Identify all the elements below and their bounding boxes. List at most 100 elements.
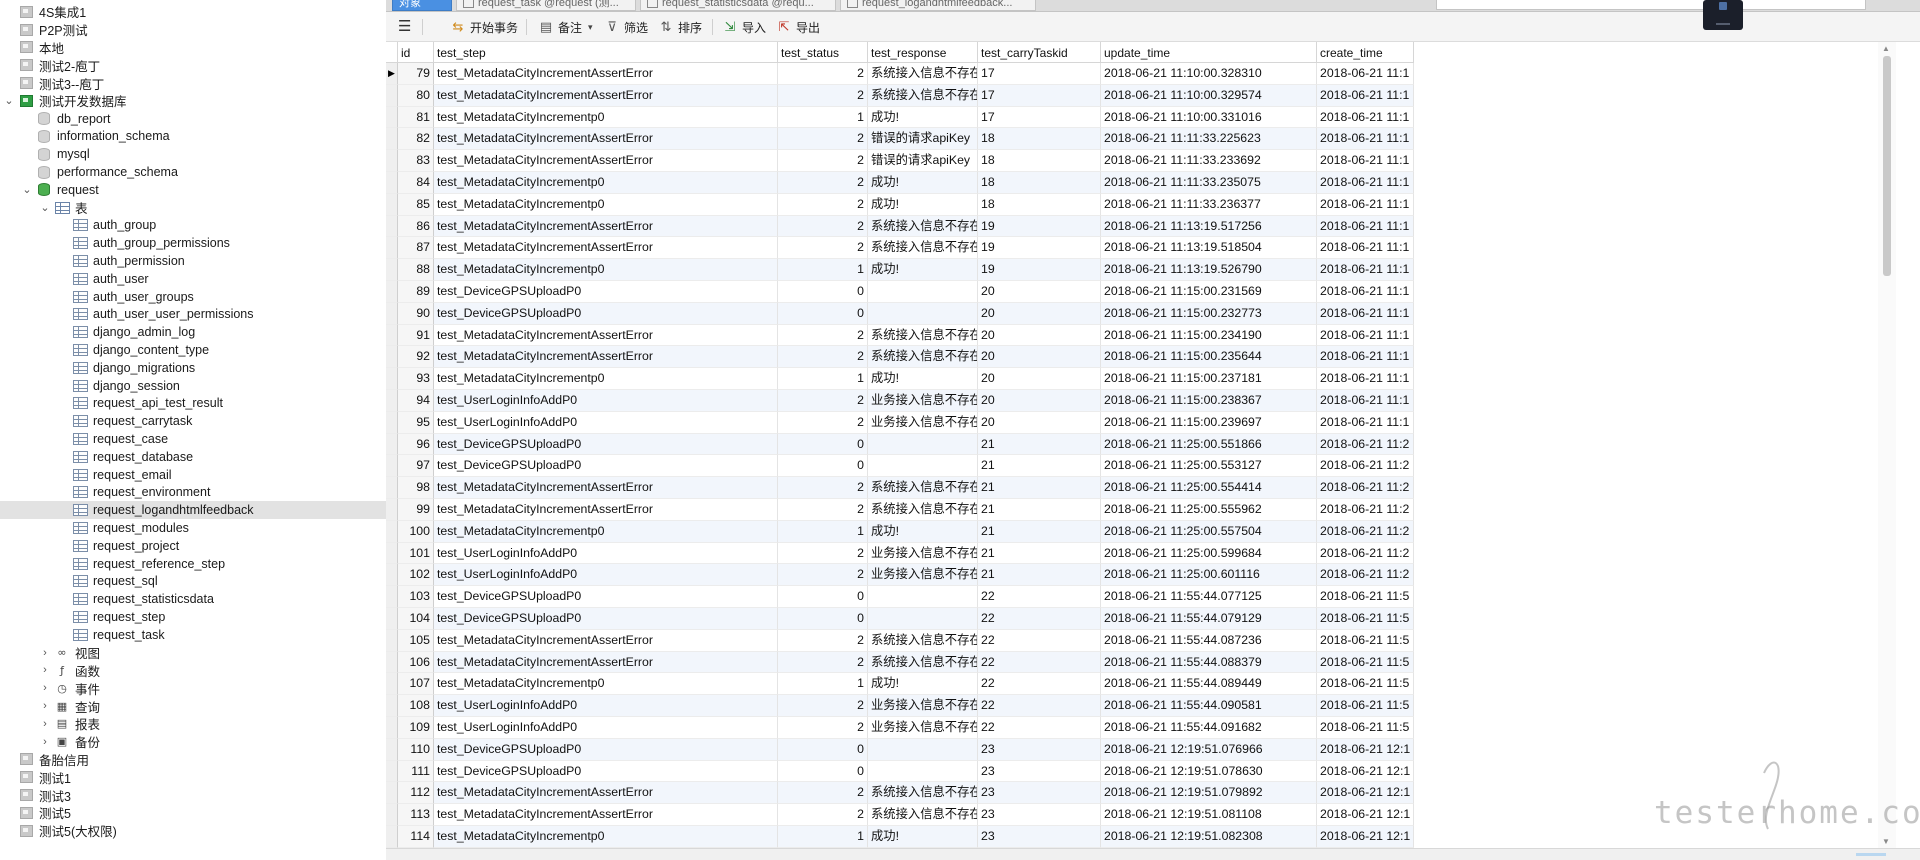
cell-test-carrytaskid[interactable]: 22 (978, 673, 1101, 696)
cell-test-status[interactable]: 2 (778, 695, 868, 717)
cell-test-response[interactable]: 系统接入信息不存在 (868, 804, 978, 826)
cell-test-step[interactable]: test_MetadataCityIncrementAssertError (434, 84, 778, 107)
cell-test-response[interactable]: 成功! (868, 259, 978, 281)
cell-test-step[interactable]: test_MetadataCityIncrementAssertError (434, 346, 778, 369)
tree-item[interactable]: request_reference_step (0, 555, 386, 573)
cell-test-response[interactable]: 系统接入信息不存在 (868, 346, 978, 369)
cell-test-status[interactable]: 2 (778, 346, 868, 369)
cell-update-time[interactable]: 2018-06-21 11:55:44.091682 (1101, 717, 1317, 739)
cell-test-response[interactable]: 成功! (868, 673, 978, 696)
cell-id[interactable]: 103 (398, 586, 434, 608)
cell-test-response[interactable]: 业务接入信息不存在 (868, 717, 978, 739)
row-indicator[interactable] (386, 368, 398, 390)
row-indicator[interactable] (386, 128, 398, 151)
tree-item[interactable]: request_database (0, 448, 386, 466)
table-row[interactable]: 99 test_MetadataCityIncrementAssertError 2… (386, 499, 1414, 521)
tab-request-logandhtmlfeedback[interactable]: request_logandhtmlfeedback... (840, 0, 1036, 11)
cell-test-carrytaskid[interactable]: 21 (978, 477, 1101, 499)
cell-test-step[interactable]: test_MetadataCityIncrementAssertError (434, 782, 778, 805)
cell-test-response[interactable]: 系统接入信息不存在 (868, 84, 978, 107)
cell-test-status[interactable]: 0 (778, 281, 868, 303)
tree-item[interactable]: django_session (0, 377, 386, 395)
tree-item[interactable]: django_migrations (0, 359, 386, 377)
cell-create-time[interactable]: 2018-06-21 11:1 (1317, 84, 1414, 107)
cell-test-response[interactable] (868, 433, 978, 456)
cell-id[interactable]: 99 (398, 499, 434, 521)
cell-update-time[interactable]: 2018-06-21 11:10:00.331016 (1101, 106, 1317, 129)
tree-item[interactable]: › ▣ 备份 (0, 733, 386, 751)
memo-button[interactable]: ▤ 备注 ▾ (538, 17, 593, 37)
cell-test-step[interactable]: test_MetadataCityIncrementp0 (434, 368, 778, 390)
tree-item[interactable]: › ▤ 报表 (0, 715, 386, 733)
cell-create-time[interactable]: 2018-06-21 11:2 (1317, 542, 1414, 565)
scroll-up-icon[interactable]: ▲ (1882, 44, 1890, 53)
table-row[interactable]: 81 test_MetadataCityIncrementp0 1 成功! 17 2018… (386, 106, 1414, 129)
cell-update-time[interactable]: 2018-06-21 11:15:00.237181 (1101, 368, 1317, 390)
tree-item[interactable]: P2P测试 (0, 21, 386, 39)
cell-test-status[interactable]: 2 (778, 717, 868, 739)
cell-test-carrytaskid[interactable]: 20 (978, 281, 1101, 303)
tree-item[interactable]: 本地 (0, 39, 386, 57)
cell-update-time[interactable]: 2018-06-21 12:19:51.081108 (1101, 804, 1317, 826)
chevron-right-icon[interactable]: › (38, 647, 52, 659)
tree-item[interactable]: request_carrytask (0, 412, 386, 430)
tree-item[interactable]: auth_permission (0, 252, 386, 270)
cell-test-status[interactable]: 1 (778, 673, 868, 696)
row-indicator[interactable] (386, 390, 398, 412)
table-row[interactable]: 83 test_MetadataCityIncrementAssertError 2… (386, 150, 1414, 172)
cell-test-step[interactable]: test_MetadataCityIncrementp0 (434, 259, 778, 281)
cell-test-status[interactable]: 2 (778, 499, 868, 521)
table-row[interactable]: 91 test_MetadataCityIncrementAssertError 2… (386, 324, 1414, 347)
cell-update-time[interactable]: 2018-06-21 11:11:33.235075 (1101, 172, 1317, 194)
tree-item[interactable]: request_logandhtmlfeedback (0, 501, 386, 520)
cell-test-carrytaskid[interactable]: 21 (978, 564, 1101, 587)
cell-create-time[interactable]: 2018-06-21 11:1 (1317, 172, 1414, 194)
row-indicator[interactable] (386, 84, 398, 107)
cell-test-response[interactable]: 成功! (868, 826, 978, 848)
cell-test-response[interactable]: 系统接入信息不存在 (868, 63, 978, 85)
cell-test-step[interactable]: test_MetadataCityIncrementAssertError (434, 629, 778, 652)
row-indicator[interactable] (386, 346, 398, 369)
cell-create-time[interactable]: 2018-06-21 11:5 (1317, 651, 1414, 674)
chevron-right-icon[interactable]: › (38, 700, 52, 712)
cell-test-step[interactable]: test_UserLoginInfoAddP0 (434, 390, 778, 412)
cell-id[interactable]: 106 (398, 651, 434, 674)
cell-id[interactable]: 110 (398, 738, 434, 761)
row-indicator[interactable] (386, 804, 398, 826)
row-indicator[interactable] (386, 455, 398, 478)
cell-test-response[interactable]: 系统接入信息不存在 (868, 499, 978, 521)
cell-create-time[interactable]: 2018-06-21 11:1 (1317, 63, 1414, 85)
tree-item[interactable]: db_report (0, 110, 386, 128)
cell-test-status[interactable]: 0 (778, 586, 868, 608)
cell-test-carrytaskid[interactable]: 20 (978, 302, 1101, 325)
tree-item[interactable]: request_email (0, 466, 386, 484)
cell-create-time[interactable]: 2018-06-21 11:1 (1317, 237, 1414, 260)
cell-update-time[interactable]: 2018-06-21 11:25:00.557504 (1101, 520, 1317, 543)
cell-test-carrytaskid[interactable]: 22 (978, 629, 1101, 652)
cell-test-step[interactable]: test_MetadataCityIncrementp0 (434, 673, 778, 696)
tree-item[interactable]: › ◷ 事件 (0, 679, 386, 697)
cell-id[interactable]: 86 (398, 215, 434, 238)
cell-create-time[interactable]: 2018-06-21 11:5 (1317, 608, 1414, 630)
cell-test-status[interactable]: 2 (778, 477, 868, 499)
cell-update-time[interactable]: 2018-06-21 11:25:00.555962 (1101, 499, 1317, 521)
cell-test-step[interactable]: test_MetadataCityIncrementp0 (434, 172, 778, 194)
cell-create-time[interactable]: 2018-06-21 12:1 (1317, 782, 1414, 805)
cell-id[interactable]: 98 (398, 477, 434, 499)
tree-item[interactable]: 测试5(大权限) (0, 822, 386, 840)
tree-item[interactable]: request_environment (0, 484, 386, 502)
cell-test-carrytaskid[interactable]: 20 (978, 411, 1101, 434)
cell-test-response[interactable]: 错误的请求apiKey (868, 150, 978, 172)
tree-item[interactable]: ⌄ 测试开发数据库 (0, 92, 386, 110)
cell-test-step[interactable]: test_MetadataCityIncrementp0 (434, 520, 778, 543)
cell-test-carrytaskid[interactable]: 22 (978, 651, 1101, 674)
cell-create-time[interactable]: 2018-06-21 11:2 (1317, 520, 1414, 543)
cell-test-response[interactable]: 成功! (868, 106, 978, 129)
cell-test-carrytaskid[interactable]: 17 (978, 106, 1101, 129)
table-row[interactable]: 85 test_MetadataCityIncrementp0 2 成功! 18 2018… (386, 193, 1414, 216)
table-row[interactable]: 110 test_DeviceGPSUploadP0 0 23 2018-06-21 1… (386, 738, 1414, 761)
cell-test-status[interactable]: 2 (778, 237, 868, 260)
cell-test-step[interactable]: test_MetadataCityIncrementAssertError (434, 128, 778, 151)
cell-update-time[interactable]: 2018-06-21 11:13:19.526790 (1101, 259, 1317, 281)
cell-create-time[interactable]: 2018-06-21 11:2 (1317, 455, 1414, 478)
